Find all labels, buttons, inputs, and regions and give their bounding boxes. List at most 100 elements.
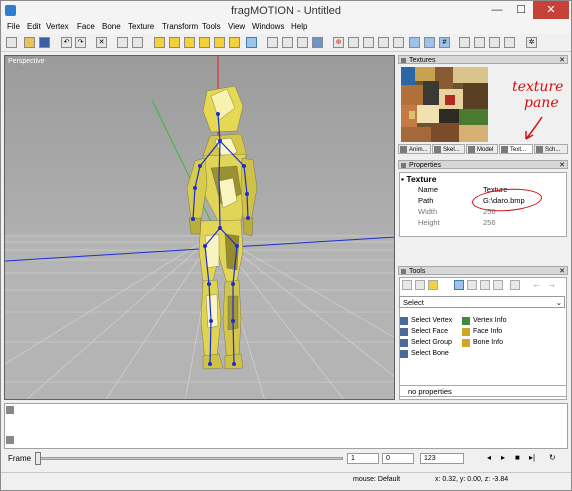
tool-2-icon[interactable] — [132, 37, 143, 48]
property-value: 256 — [483, 218, 496, 227]
perspective-viewport[interactable]: Perspective — [4, 55, 395, 400]
move-icon[interactable] — [154, 37, 165, 48]
delete-icon[interactable]: ✕ — [96, 37, 107, 48]
tool-7-icon[interactable] — [459, 37, 470, 48]
tool-a-icon[interactable] — [402, 280, 412, 290]
face-info-item[interactable]: Face Info — [462, 327, 502, 337]
tab-schematic[interactable]: Sch... — [534, 144, 568, 154]
tool-d-icon[interactable] — [467, 280, 477, 290]
item-label: Select Group — [411, 339, 452, 346]
property-row-height[interactable]: Height 256 — [410, 218, 566, 228]
tool-4-icon[interactable] — [363, 37, 374, 48]
menu-bone[interactable]: Bone — [102, 22, 121, 31]
loop-icon[interactable]: ↻ — [549, 453, 556, 462]
grid-toggle-icon[interactable]: # — [439, 37, 450, 48]
menu-help[interactable]: Help — [291, 22, 307, 31]
view-1-icon[interactable] — [267, 37, 278, 48]
property-row-width[interactable]: Width 256 — [410, 207, 566, 217]
tool-1-icon[interactable] — [117, 37, 128, 48]
tool-9-icon[interactable] — [489, 37, 500, 48]
tool-f-icon[interactable] — [493, 280, 503, 290]
coords-status: x: 0.32, y: 0.00, z: -3.84 — [435, 476, 509, 483]
tab-skeleton[interactable]: Skel... — [432, 144, 465, 154]
tab-animations[interactable]: Anim... — [398, 144, 431, 154]
tool-g-icon[interactable] — [510, 280, 520, 290]
select-mode-icon[interactable] — [246, 37, 257, 48]
menu-file[interactable]: File — [7, 22, 20, 31]
panel-pin-icon[interactable] — [401, 163, 406, 168]
close-icon[interactable]: ✕ — [559, 56, 565, 65]
panel-pin-icon[interactable] — [401, 269, 406, 274]
open-folder-icon[interactable] — [24, 37, 35, 48]
item-label: Select Face — [411, 328, 448, 335]
play-icon[interactable]: ▸ — [501, 453, 505, 462]
move-y-icon[interactable] — [184, 37, 195, 48]
move-z-icon[interactable] — [199, 37, 210, 48]
close-icon[interactable]: ✕ — [559, 161, 565, 170]
select-vertex-item[interactable]: Select Vertex — [400, 316, 452, 326]
maximize-button[interactable]: ☐ — [509, 1, 533, 19]
scale-icon[interactable] — [229, 37, 240, 48]
minimize-button[interactable]: — — [485, 1, 509, 19]
timeline-slider[interactable] — [35, 457, 343, 460]
stop-icon[interactable]: ■ — [515, 453, 520, 462]
tool-10-icon[interactable] — [504, 37, 515, 48]
close-icon[interactable]: ✕ — [559, 267, 565, 276]
tab-label: Model — [477, 147, 494, 153]
view-4-icon[interactable] — [312, 37, 323, 48]
redo-icon[interactable]: ↷ — [75, 37, 86, 48]
new-file-icon[interactable] — [6, 37, 17, 48]
tool-e-icon[interactable] — [480, 280, 490, 290]
save-icon[interactable] — [39, 37, 50, 48]
bones-toggle-icon[interactable] — [409, 37, 420, 48]
move-x-icon[interactable] — [169, 37, 180, 48]
select-bone-item[interactable]: Select Bone — [400, 349, 449, 359]
undo-icon[interactable]: ↶ — [61, 37, 72, 48]
tool-c-icon[interactable] — [428, 280, 438, 290]
target-icon[interactable]: ⊕ — [333, 37, 344, 48]
menu-edit[interactable]: Edit — [27, 22, 41, 31]
output-panel[interactable] — [4, 403, 568, 449]
view-3-icon[interactable] — [297, 37, 308, 48]
menu-transform[interactable]: Transform — [162, 22, 198, 31]
start-frame-field[interactable]: 1 — [347, 453, 379, 464]
select-face-item[interactable]: Select Face — [400, 327, 448, 337]
axes-toggle-icon[interactable] — [424, 37, 435, 48]
vertex-info-item[interactable]: Vertex Info — [462, 316, 506, 326]
end-frame-field[interactable]: 123 — [420, 453, 464, 464]
output-tab-icon[interactable] — [6, 406, 14, 414]
settings-icon[interactable]: ✲ — [526, 37, 537, 48]
tool-select-icon[interactable] — [454, 280, 464, 290]
tool-6-icon[interactable] — [393, 37, 404, 48]
menu-tools[interactable]: Tools — [202, 22, 221, 31]
close-button[interactable]: ✕ — [533, 1, 569, 19]
view-2-icon[interactable] — [282, 37, 293, 48]
timeline-slider-thumb[interactable] — [35, 452, 41, 465]
next-frame-icon[interactable]: ▸| — [529, 453, 535, 462]
menu-vertex[interactable]: Vertex — [46, 22, 69, 31]
tool-5-icon[interactable] — [378, 37, 389, 48]
bone-info-item[interactable]: Bone Info — [462, 338, 503, 348]
tool-b-icon[interactable] — [415, 280, 425, 290]
menu-face[interactable]: Face — [77, 22, 95, 31]
viewport-label: Perspective — [8, 58, 45, 65]
panel-pin-icon[interactable] — [401, 58, 406, 63]
menu-texture[interactable]: Texture — [128, 22, 154, 31]
tool-8-icon[interactable] — [474, 37, 485, 48]
current-frame-field[interactable]: 0 — [382, 453, 414, 464]
tool-select-dropdown[interactable]: Select ⌄ — [399, 296, 565, 308]
menu-view[interactable]: View — [228, 22, 245, 31]
texture-thumbnail[interactable] — [401, 67, 488, 142]
back-arrow-icon[interactable]: ← — [532, 280, 542, 290]
select-group-item[interactable]: Select Group — [400, 338, 452, 348]
tab-textures[interactable]: Text... — [499, 144, 533, 154]
collapse-icon[interactable]: ▪ — [401, 174, 404, 184]
menu-windows[interactable]: Windows — [252, 22, 284, 31]
frame-label: Frame — [8, 454, 32, 463]
tool-3-icon[interactable] — [348, 37, 359, 48]
forward-arrow-icon[interactable]: → — [547, 280, 557, 290]
prev-frame-icon[interactable]: ◂ — [487, 453, 491, 462]
tab-model[interactable]: Model — [466, 144, 498, 154]
output-tab-icon-2[interactable] — [6, 436, 14, 444]
rotate-icon[interactable] — [214, 37, 225, 48]
